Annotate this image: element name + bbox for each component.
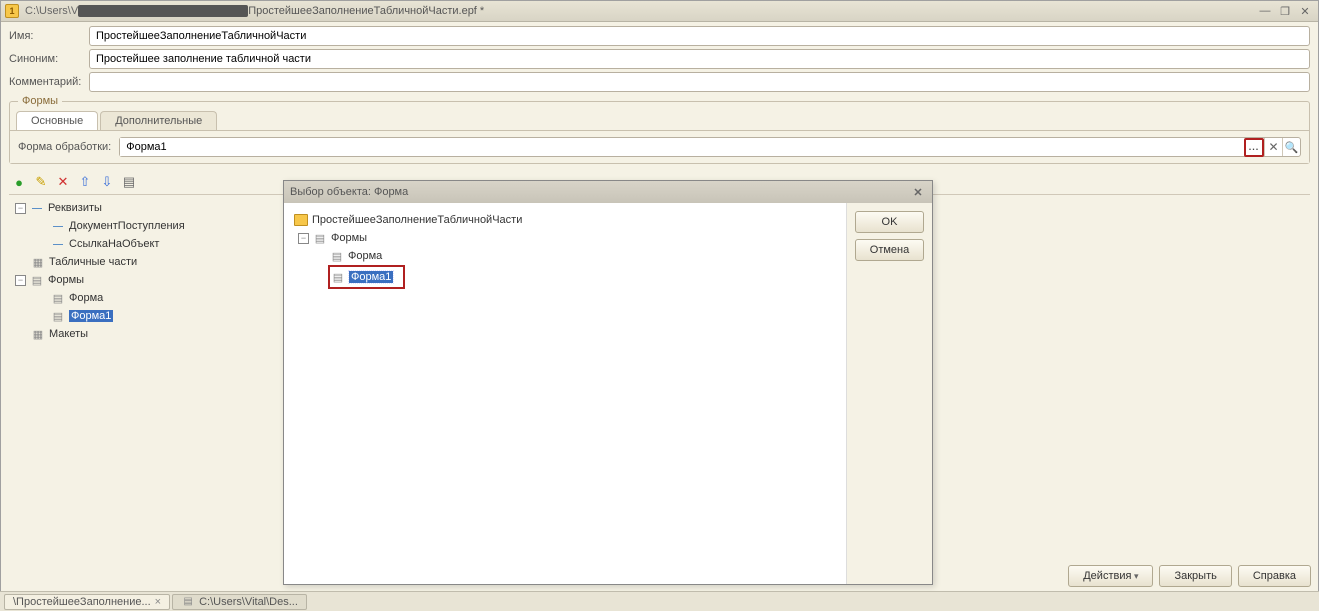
toggle-icon[interactable] [15,203,26,214]
comment-input[interactable] [89,72,1310,92]
tree-label: Формы [331,232,367,244]
tree-node-attr1[interactable]: ДокументПоступления [9,217,269,235]
edit-button[interactable]: ✎ [33,174,49,190]
tree-label: СсылкаНаОбъект [69,238,159,250]
form-icon [181,596,195,607]
forms-legend: Формы [18,95,62,107]
tree-label: Форма1 [349,271,393,283]
tree-label: Макеты [49,328,88,340]
tree-node-tabparts[interactable]: Табличные части [9,253,269,271]
forms-icon [313,232,327,245]
attribute-icon [51,221,65,232]
dialog-tree-root[interactable]: ПростейшееЗаполнениеТабличнойЧасти [294,211,836,229]
status-tab-close-icon[interactable]: × [155,596,161,608]
layouts-icon [31,328,45,341]
title-redacted [78,5,248,17]
dialog-tree-form[interactable]: Форма [294,247,836,265]
name-input[interactable] [89,26,1310,46]
processing-form-ellipsis-button[interactable]: ... [1244,138,1264,157]
processing-form-label: Форма обработки: [18,141,111,153]
properties-panel: Имя: Синоним: Комментарий: Формы Основны… [1,22,1318,164]
add-button[interactable]: ● [11,174,27,190]
tree-node-forms[interactable]: Формы [9,271,269,289]
tree-label: Форма [69,292,103,304]
object-icon [294,214,308,226]
tree-label: ПростейшееЗаполнениеТабличнойЧасти [312,214,522,226]
forms-icon [30,274,44,287]
status-bar: \ПростейшееЗаполнение... × C:\Users\Vita… [0,591,1319,611]
select-object-dialog: Выбор объекта: Форма ✕ ПростейшееЗаполне… [283,180,933,585]
tree-label: ДокументПоступления [69,220,185,232]
dialog-close-button[interactable]: ✕ [910,184,926,200]
processing-form-input[interactable] [120,138,1244,156]
tree-label: Форма1 [69,310,113,322]
title-filename: ПростейшееЗаполнениеТабличнойЧасти.epf * [248,5,484,17]
dialog-cancel-button[interactable]: Отмена [855,239,924,261]
tree-label: Формы [48,274,84,286]
status-tab-1[interactable]: \ПростейшееЗаполнение... × [4,594,170,610]
tree-label: Форма [348,250,382,262]
tree-node-layouts[interactable]: Макеты [9,325,269,343]
move-down-button[interactable]: ⇩ [99,174,115,190]
tree-node-form[interactable]: Форма [9,289,269,307]
window-titlebar: 1 C:\Users\V ПростейшееЗаполнениеТаблично… [1,1,1318,22]
move-up-button[interactable]: ⇧ [77,174,93,190]
attributes-icon [30,203,44,214]
dialog-ok-button[interactable]: OK [855,211,924,233]
tab-extra[interactable]: Дополнительные [100,111,217,130]
close-button[interactable]: Закрыть [1159,565,1231,587]
tree-label: Реквизиты [48,202,102,214]
comment-label: Комментарий: [9,76,89,88]
synonym-label: Синоним: [9,53,89,65]
delete-button[interactable]: ✕ [55,174,71,190]
actions-button[interactable]: Действия [1068,565,1153,587]
tree-node-attr2[interactable]: СсылкаНаОбъект [9,235,269,253]
synonym-input[interactable] [89,49,1310,69]
form-icon [51,292,65,305]
window-close-button[interactable]: ✕ [1296,4,1314,18]
title-path-prefix: C:\Users\V [25,5,78,17]
window-title: C:\Users\V ПростейшееЗаполнениеТабличнойЧ… [25,5,1256,17]
object-tree[interactable]: Реквизиты ДокументПоступления СсылкаНаОб… [9,195,269,347]
window-restore-button[interactable]: ❐ [1276,4,1294,18]
tree-node-attributes[interactable]: Реквизиты [9,199,269,217]
attribute-icon [51,239,65,250]
status-tab-label: C:\Users\Vital\Des... [199,596,298,608]
processing-form-field: ... ✕ 🔍 [119,137,1301,157]
table-icon [31,256,45,269]
status-tab-label: \ПростейшееЗаполнение... [13,596,151,608]
tab-main[interactable]: Основные [16,111,98,130]
processing-form-lookup-button[interactable]: 🔍 [1282,138,1300,156]
toggle-icon[interactable] [298,233,309,244]
forms-tabs: Основные Дополнительные [10,107,1309,130]
sort-button[interactable]: ▤ [121,174,137,190]
dialog-tree-form1-highlight: Форма1 [328,265,405,289]
form-icon [330,250,344,263]
window-minimize-button[interactable]: — [1256,4,1274,18]
toggle-icon[interactable] [15,275,26,286]
tree-label: Табличные части [49,256,137,268]
forms-fieldset: Формы Основные Дополнительные Форма обра… [9,95,1310,164]
form-icon [331,271,345,284]
form-icon [51,310,65,323]
name-label: Имя: [9,30,89,42]
dialog-buttons: OK Отмена [847,203,932,584]
dialog-tree-form1[interactable]: Форма1 [331,268,393,286]
dialog-tree[interactable]: ПростейшееЗаполнениеТабличнойЧасти Формы… [284,203,847,584]
dialog-tree-forms[interactable]: Формы [294,229,836,247]
processing-form-clear-button[interactable]: ✕ [1264,138,1282,156]
dialog-titlebar: Выбор объекта: Форма ✕ [284,181,932,203]
dialog-title: Выбор объекта: Форма [290,186,910,198]
bottom-button-bar: Действия Закрыть Справка [1068,565,1311,587]
status-tab-2[interactable]: C:\Users\Vital\Des... [172,594,307,610]
tree-node-form1[interactable]: Форма1 [9,307,269,325]
help-button[interactable]: Справка [1238,565,1311,587]
app-icon: 1 [5,4,19,18]
